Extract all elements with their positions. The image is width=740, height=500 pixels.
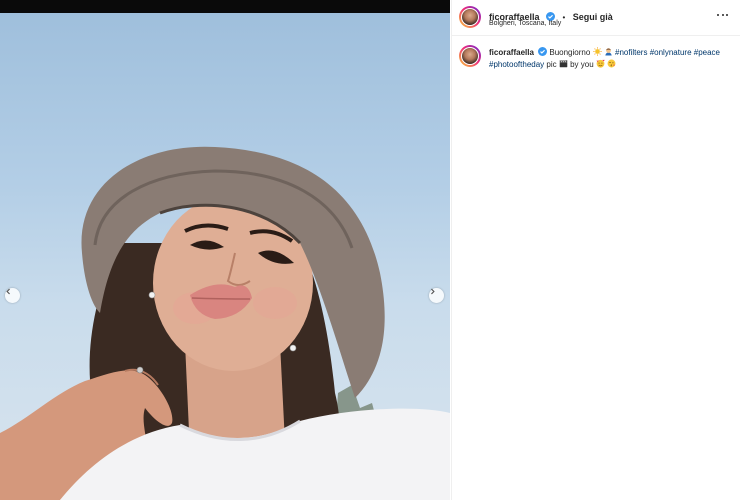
caption-avatar[interactable] xyxy=(459,45,481,67)
post-photo[interactable] xyxy=(0,13,450,500)
smiling-face-hearts-emoji-icon xyxy=(596,59,605,68)
post-side-panel: ficoraffaella • Segui già Bolgheri, Tosc… xyxy=(451,0,740,500)
hashtag-photooftheday[interactable]: #photooftheday xyxy=(489,60,544,69)
caption-by-you: by you xyxy=(570,60,594,69)
sun-emoji-icon xyxy=(592,47,602,56)
chevron-right-icon xyxy=(431,288,435,295)
hashtag-nofilters[interactable]: #nofilters xyxy=(615,48,647,57)
previous-photo-button[interactable] xyxy=(5,288,20,303)
caption-pic-word: pic xyxy=(546,60,557,69)
caption-text: ficoraffaella Buongiorno #nofilters #onl… xyxy=(489,47,734,71)
person-emoji-icon xyxy=(605,48,612,56)
verified-badge-icon xyxy=(538,47,548,56)
following-button[interactable]: Segui già xyxy=(573,12,613,22)
hashtag-onlynature[interactable]: #onlynature xyxy=(650,48,692,57)
caption-greeting: Buongiorno xyxy=(549,48,591,57)
more-options-icon xyxy=(717,14,720,17)
clapper-board-emoji-icon xyxy=(559,60,568,68)
separator-dot: • xyxy=(562,13,566,22)
hashtag-peace[interactable]: #peace xyxy=(694,48,720,57)
top-bar xyxy=(0,0,450,13)
kissing-face-emoji-icon xyxy=(607,59,616,68)
more-options-button[interactable] xyxy=(717,10,729,20)
next-photo-button[interactable] xyxy=(429,288,444,303)
caption-username[interactable]: ficoraffaella xyxy=(489,48,534,57)
post-location[interactable]: Bolgheri, Toscana, Italy xyxy=(489,20,561,27)
photo-illustration xyxy=(0,146,450,500)
author-avatar[interactable] xyxy=(459,6,481,28)
post-header: ficoraffaella • Segui già Bolgheri, Tosc… xyxy=(452,0,740,36)
chevron-left-icon xyxy=(6,288,10,295)
